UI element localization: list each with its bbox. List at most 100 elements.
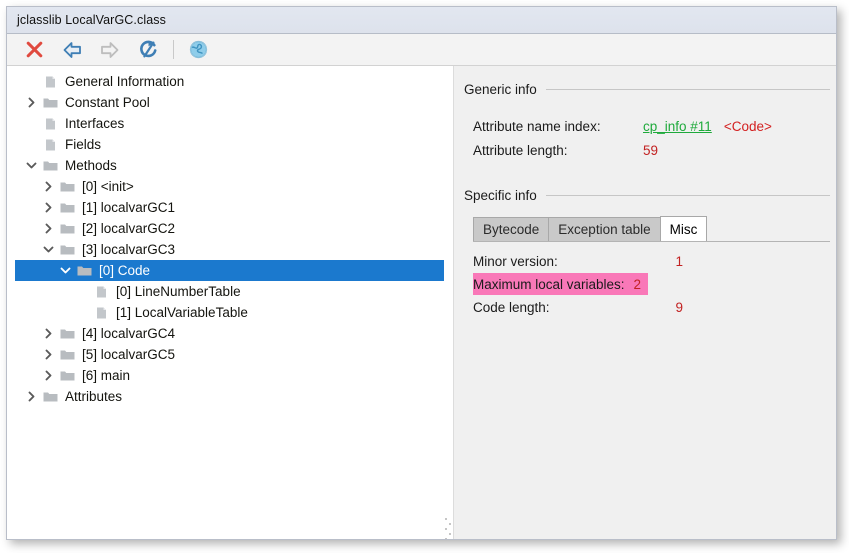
- maximum-local-variables-row: Maximum local variables: 2: [473, 273, 649, 295]
- document-icon: [91, 285, 112, 299]
- reload-icon: [139, 40, 156, 58]
- forward-arrow-icon: [101, 41, 119, 58]
- tree-node[interactable]: [0] LineNumberTable: [7, 281, 444, 302]
- minor-version-row: Minor version: 1: [473, 249, 836, 273]
- chevron-right-icon[interactable]: [40, 349, 57, 360]
- tree-node-label: [3] localvarGC3: [82, 241, 176, 257]
- chevron-down-icon[interactable]: [23, 160, 40, 171]
- toolbar: [7, 34, 836, 66]
- folder-icon: [57, 348, 78, 362]
- chevron-right-icon[interactable]: [40, 370, 57, 381]
- application-window: jclasslib LocalVarGC.class General Infor…: [6, 6, 837, 540]
- tree-node[interactable]: [1] localvarGC1: [7, 197, 444, 218]
- cp-info-link[interactable]: cp_info #11: [643, 119, 712, 134]
- tab-exception-table[interactable]: Exception table: [548, 217, 661, 241]
- chevron-right-icon[interactable]: [40, 202, 57, 213]
- attribute-name-index-row: Attribute name index: cp_info #11 <Code>: [473, 114, 836, 138]
- minor-version-label: Minor version:: [473, 253, 558, 269]
- chevron-right-icon[interactable]: [23, 391, 40, 402]
- folder-icon: [40, 390, 61, 404]
- folder-icon: [57, 222, 78, 236]
- tree-node[interactable]: Constant Pool: [7, 92, 444, 113]
- folder-icon: [40, 159, 61, 173]
- chevron-right-icon[interactable]: [40, 223, 57, 234]
- tree-node-label: Interfaces: [65, 115, 125, 131]
- tree-node[interactable]: Fields: [7, 134, 444, 155]
- specific-info-rule: [545, 194, 830, 196]
- code-length-row: Code length: 9: [473, 295, 836, 319]
- attribute-length-row: Attribute length: 59: [473, 138, 836, 162]
- main-split: General Information Constant Pool Interfac…: [7, 66, 836, 539]
- globe-icon: [189, 40, 207, 59]
- title-bar: jclasslib LocalVarGC.class: [7, 7, 836, 34]
- folder-icon: [57, 201, 78, 215]
- close-button[interactable]: [19, 37, 49, 63]
- tree-node[interactable]: [6] main: [7, 365, 444, 386]
- back-arrow-icon: [63, 41, 81, 58]
- attribute-name-index-label: Attribute name index:: [473, 118, 601, 134]
- code-length-label: Code length:: [473, 299, 550, 315]
- attribute-length-value: 59: [643, 142, 659, 158]
- maximum-local-variables-value: 2: [633, 276, 642, 292]
- chevron-right-icon[interactable]: [23, 97, 40, 108]
- generic-info-header: Generic info: [464, 78, 836, 100]
- tree-node[interactable]: [5] localvarGC5: [7, 344, 444, 365]
- chevron-right-icon[interactable]: [40, 181, 57, 192]
- tree-node-label: General Information: [65, 73, 185, 89]
- tree-node-label: Constant Pool: [65, 94, 150, 110]
- tree-node[interactable]: [0] <init>: [7, 176, 444, 197]
- attribute-length-label: Attribute length:: [473, 142, 568, 158]
- folder-icon: [74, 264, 95, 278]
- tree-node-selected[interactable]: [0] Code: [15, 260, 444, 281]
- forward-button: [95, 37, 125, 63]
- specific-info-title: Specific info: [464, 187, 537, 203]
- split-handle[interactable]: [444, 66, 454, 539]
- tree-node-label: Methods: [65, 157, 117, 173]
- tab-bytecode[interactable]: Bytecode: [473, 217, 550, 241]
- close-icon: [26, 41, 42, 58]
- generic-info-rule: [545, 88, 830, 90]
- tree-node-label: [0] Code: [99, 262, 151, 278]
- specific-info-tabs[interactable]: Bytecode Exception table Misc: [473, 216, 836, 241]
- document-icon: [40, 75, 61, 89]
- tree-node-label: [2] localvarGC2: [82, 220, 176, 236]
- tree-node[interactable]: Interfaces: [7, 113, 444, 134]
- chevron-down-icon[interactable]: [57, 265, 74, 276]
- class-tree[interactable]: General Information Constant Pool Interfac…: [7, 66, 444, 539]
- document-icon: [91, 306, 112, 320]
- folder-icon: [57, 369, 78, 383]
- code-length-value: 9: [675, 299, 683, 315]
- tree-node-label: [4] localvarGC4: [82, 325, 176, 341]
- tab-misc[interactable]: Misc: [659, 216, 708, 241]
- minor-version-value: 1: [675, 253, 683, 269]
- tree-node-label: [5] localvarGC5: [82, 346, 176, 362]
- tree-node-label: [6] main: [82, 367, 131, 383]
- document-icon: [40, 138, 61, 152]
- tree-node-label: [0] <init>: [82, 178, 134, 194]
- tree-node[interactable]: [4] localvarGC4: [7, 323, 444, 344]
- tree-node-label: [0] LineNumberTable: [116, 283, 241, 299]
- window-title: jclasslib LocalVarGC.class: [17, 13, 166, 27]
- toolbar-separator: [173, 40, 174, 59]
- attribute-name-value: <Code>: [723, 118, 772, 134]
- reload-button[interactable]: [133, 37, 163, 63]
- folder-icon: [40, 96, 61, 110]
- tree-node[interactable]: Attributes: [7, 386, 444, 407]
- maximum-local-variables-label: Maximum local variables:: [473, 276, 625, 292]
- browse-button[interactable]: [183, 37, 213, 63]
- chevron-right-icon[interactable]: [40, 328, 57, 339]
- splitter-grip-icon: [445, 518, 452, 539]
- specific-info-header: Specific info: [464, 184, 836, 206]
- back-button[interactable]: [57, 37, 87, 63]
- tree-node[interactable]: General Information: [7, 71, 444, 92]
- detail-pane: Generic info Attribute name index: cp_in…: [454, 66, 836, 539]
- chevron-down-icon[interactable]: [40, 244, 57, 255]
- tree-node[interactable]: [1] LocalVariableTable: [7, 302, 444, 323]
- tree-node-label: [1] LocalVariableTable: [116, 304, 248, 320]
- tree-node[interactable]: [3] localvarGC3: [7, 239, 444, 260]
- generic-info-title: Generic info: [464, 81, 537, 97]
- document-icon: [40, 117, 61, 131]
- tree-node[interactable]: Methods: [7, 155, 444, 176]
- folder-icon: [57, 243, 78, 257]
- tree-node[interactable]: [2] localvarGC2: [7, 218, 444, 239]
